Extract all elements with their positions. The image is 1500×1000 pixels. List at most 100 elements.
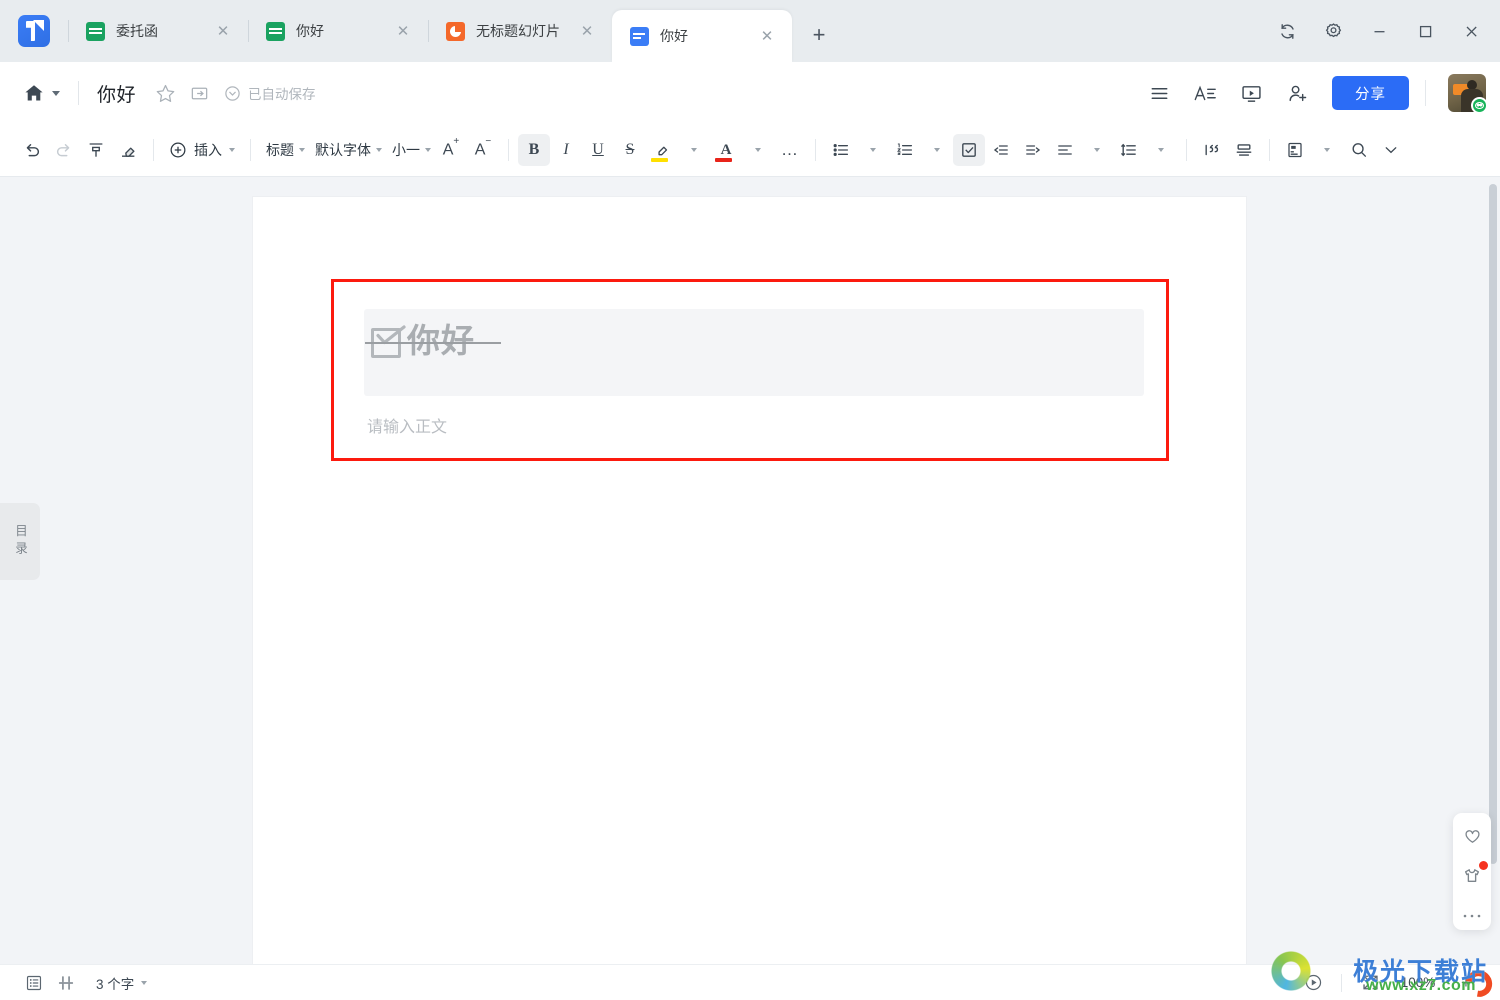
tab-list: 委托函 ✕ 你好 ✕ 无标题幻灯片 ✕ 你好 ✕ + <box>68 0 838 62</box>
tab-close-icon[interactable]: ✕ <box>574 18 600 44</box>
maximize-button[interactable] <box>1402 8 1448 54</box>
quote-button[interactable] <box>1196 134 1228 166</box>
outline-view-icon[interactable] <box>18 970 50 996</box>
page-layout-button[interactable] <box>1279 134 1311 166</box>
zoom-level[interactable]: 100% <box>1398 975 1438 990</box>
fullscreen-icon[interactable] <box>1354 970 1386 996</box>
toc-sidebar-tab[interactable]: 目录 <box>0 503 40 580</box>
line-spacing-dropdown[interactable] <box>1145 134 1177 166</box>
document-icon <box>630 26 649 46</box>
number-list-button[interactable] <box>889 134 921 166</box>
decrease-font-icon: A− <box>474 136 492 159</box>
strikethrough-button[interactable]: S <box>614 134 646 166</box>
page-title[interactable]: 你好 <box>97 80 136 107</box>
search-icon <box>1352 143 1367 157</box>
align-dropdown[interactable] <box>1081 134 1113 166</box>
autosave-label: 已自动保存 <box>248 87 316 102</box>
page-layout-dropdown[interactable] <box>1311 134 1343 166</box>
clear-format-button[interactable] <box>112 134 144 166</box>
close-button[interactable] <box>1448 8 1494 54</box>
status-bar: 3 个字 100% + <box>0 964 1500 1000</box>
home-icon <box>25 85 43 101</box>
skin-theme-icon[interactable] <box>1460 861 1488 888</box>
italic-button[interactable]: I <box>550 134 582 166</box>
minimize-button[interactable] <box>1356 8 1402 54</box>
expand-toolbar-button[interactable] <box>1375 134 1407 166</box>
presentation-mode-icon[interactable] <box>1230 73 1272 113</box>
underline-button[interactable]: U <box>582 134 614 166</box>
document-page[interactable]: 你好 请输入正文 <box>253 197 1246 964</box>
text-style-icon[interactable] <box>1184 73 1226 113</box>
format-painter-button[interactable] <box>80 134 112 166</box>
line-spacing-button[interactable] <box>1113 134 1145 166</box>
new-tab-button[interactable]: + <box>800 16 838 54</box>
more-options-icon[interactable] <box>1460 904 1484 928</box>
divider-button[interactable] <box>1228 134 1260 166</box>
avatar[interactable] <box>1448 74 1488 114</box>
outdent-button[interactable] <box>985 134 1017 166</box>
scrollbar-thumb[interactable] <box>1489 184 1497 864</box>
tab-nihao-doc-active[interactable]: 你好 ✕ <box>612 10 792 62</box>
bullet-list-dropdown[interactable] <box>857 134 889 166</box>
chevron-down-icon <box>1324 148 1330 152</box>
checklist-checkbox[interactable] <box>367 321 407 361</box>
increase-font-size-button[interactable]: A+ <box>435 134 467 166</box>
insert-button[interactable]: 插入 <box>163 134 241 166</box>
share-button[interactable]: 分享 <box>1332 76 1409 110</box>
word-count[interactable]: 3 个字 <box>96 973 148 993</box>
bullet-list-button[interactable] <box>825 134 857 166</box>
decrease-font-size-button[interactable]: A− <box>467 134 499 166</box>
move-to-icon[interactable] <box>184 78 214 108</box>
font-color-button[interactable]: A <box>710 134 742 166</box>
indent-button[interactable] <box>1017 134 1049 166</box>
tab-close-icon[interactable]: ✕ <box>754 23 780 49</box>
document-canvas: 目录 你好 请输入正文 <box>0 178 1500 964</box>
checklist-item[interactable]: 你好 <box>364 309 1144 396</box>
undo-button[interactable] <box>16 134 48 166</box>
star-icon[interactable] <box>150 78 180 108</box>
font-color-dropdown[interactable] <box>742 134 774 166</box>
chevron-down-icon <box>141 980 148 985</box>
align-button[interactable] <box>1049 134 1081 166</box>
number-list-dropdown[interactable] <box>921 134 953 166</box>
body-placeholder[interactable]: 请输入正文 <box>367 413 447 437</box>
bold-button[interactable]: B <box>518 134 550 166</box>
zoom-in-button[interactable]: + <box>1450 970 1482 996</box>
tab-nihao-sheet[interactable]: 你好 ✕ <box>248 0 428 62</box>
redo-button[interactable] <box>48 134 80 166</box>
highlight-dropdown[interactable] <box>678 134 710 166</box>
tab-weituohan[interactable]: 委托函 ✕ <box>68 0 248 62</box>
add-collaborator-icon[interactable] <box>1276 73 1318 113</box>
checklist-button[interactable] <box>953 134 985 166</box>
toolbar-divider <box>508 139 509 161</box>
favorite-heart-icon[interactable] <box>1460 824 1484 848</box>
strikethrough-label: S <box>625 141 635 158</box>
chevron-down-icon <box>934 148 940 152</box>
page-mode-icon[interactable] <box>50 970 82 996</box>
font-size-select[interactable]: 小一 <box>386 134 435 166</box>
tab-close-icon[interactable]: ✕ <box>390 18 416 44</box>
highlight-color-button[interactable] <box>646 134 678 166</box>
tab-close-icon[interactable]: ✕ <box>210 18 236 44</box>
paragraph-style-select[interactable]: 标题 <box>260 134 309 166</box>
sync-icon[interactable] <box>1264 8 1310 54</box>
chevron-down-icon <box>1158 148 1164 152</box>
search-button[interactable] <box>1343 134 1375 166</box>
font-size-value: 小一 <box>392 142 420 158</box>
settings-gear-icon[interactable] <box>1310 8 1356 54</box>
outdent-icon <box>993 145 1008 155</box>
checklist-icon <box>962 143 976 157</box>
kingsoft-docs-window: 委托函 ✕ 你好 ✕ 无标题幻灯片 ✕ 你好 ✕ + 你好 已自动保存 分享 插… <box>0 0 1500 1000</box>
play-button[interactable] <box>1297 970 1329 996</box>
line-spacing-icon <box>1121 143 1136 157</box>
insert-label: 插入 <box>194 142 222 158</box>
menu-icon[interactable] <box>1138 73 1180 113</box>
home-button[interactable] <box>22 82 60 104</box>
paragraph-style-value: 标题 <box>266 142 294 158</box>
font-family-select[interactable]: 默认字体 <box>309 134 386 166</box>
window-controls <box>1264 0 1500 62</box>
app-logo[interactable] <box>0 0 68 62</box>
tab-untitled-slides[interactable]: 无标题幻灯片 ✕ <box>428 0 612 62</box>
more-text-options-button[interactable]: … <box>774 134 806 166</box>
browser-tab-bar: 委托函 ✕ 你好 ✕ 无标题幻灯片 ✕ 你好 ✕ + <box>0 0 1500 62</box>
